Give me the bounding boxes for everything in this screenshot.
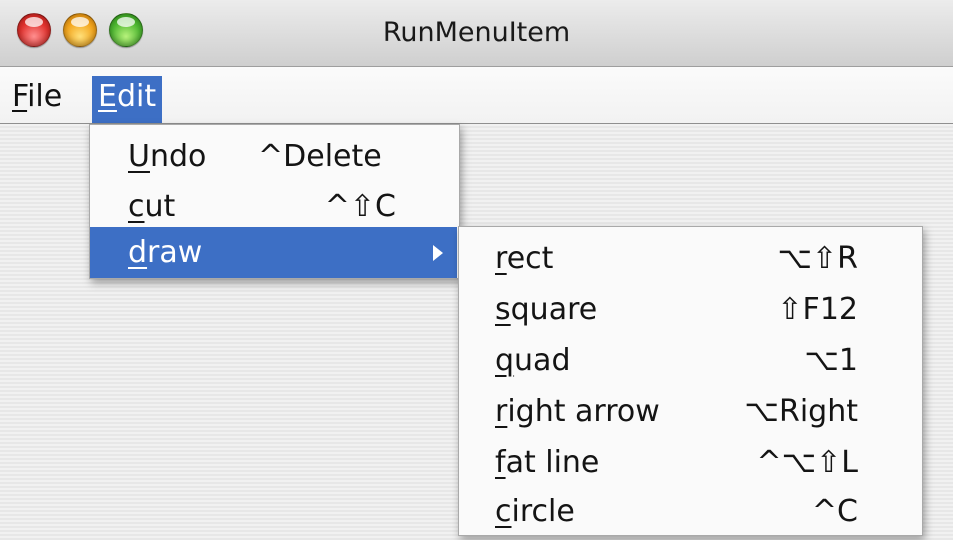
menu-file[interactable]: File [6,76,68,123]
menu-item-undo-text: ndo [149,139,207,174]
menu-item-fat-line-label: fat line [495,437,599,488]
menu-item-undo-mnemonic: U [128,139,150,174]
draw-submenu: rect ⌥⇧R square ⇧F12 quad ⌥1 right arrow… [458,226,923,536]
menu-item-quad-shortcut: ⌥1 [804,343,858,378]
menu-item-quad[interactable]: quad ⌥1 [459,335,920,386]
menu-file-mnemonic: F [12,79,28,114]
menu-item-fat-line-text: at line [505,445,600,480]
menu-item-quad-text: uad [514,343,571,378]
menu-item-cut-label: cut [128,181,175,232]
menu-item-square[interactable]: square ⇧F12 [459,284,920,335]
menu-item-fat-line[interactable]: fat line ^⌥⇧L [459,437,920,488]
menu-item-cut-shortcut: ^⇧C [324,189,396,224]
title-bar: RunMenuItem [0,0,953,67]
menu-item-rect-label: rect [495,233,553,284]
menu-item-square-mnemonic: s [495,292,511,327]
edit-menu: Undo ^Delete cut ^⇧C draw [89,124,460,279]
menu-item-rect-text: ect [506,241,554,276]
menu-item-square-label: square [495,284,597,335]
menu-item-cut-mnemonic: c [128,189,145,224]
menu-item-draw-label: draw [128,227,202,278]
menu-item-circle-mnemonic: c [495,494,512,529]
menu-item-right-arrow-shortcut: ⌥Right [744,394,858,429]
menu-edit-label: dit [116,79,157,114]
menu-item-quad-mnemonic: q [495,343,515,378]
menu-item-undo-shortcut: ^Delete [258,139,382,174]
menu-item-rect[interactable]: rect ⌥⇧R [459,233,920,284]
menu-item-square-text: quare [510,292,598,327]
menu-item-draw-text: raw [147,235,203,270]
menu-item-circle-label: circle [495,486,575,537]
menu-item-cut[interactable]: cut ^⇧C [90,181,457,232]
menu-item-undo-label: Undo [128,131,206,182]
menu-item-rect-mnemonic: r [495,241,507,276]
menu-item-draw-mnemonic: d [128,235,148,270]
menu-item-fat-line-shortcut: ^⌥⇧L [756,445,858,480]
menu-edit-mnemonic: E [98,79,117,114]
menu-item-square-shortcut: ⇧F12 [777,292,858,327]
menu-item-undo[interactable]: Undo ^Delete [90,131,457,182]
menu-item-quad-label: quad [495,335,571,386]
app-window: RunMenuItem File Edit Undo ^Delete cut ^… [0,0,953,540]
submenu-arrow-icon [433,245,443,261]
menu-item-circle[interactable]: circle ^C [459,486,920,537]
menu-item-circle-shortcut: ^C [811,494,858,529]
menu-item-rect-shortcut: ⌥⇧R [777,241,858,276]
menu-file-label: ile [27,79,63,114]
menu-item-cut-text: ut [144,189,176,224]
menu-item-circle-text: ircle [511,494,575,529]
menu-item-right-arrow-text: ight arrow [507,394,660,429]
menu-item-fat-line-mnemonic: f [495,445,506,480]
window-title: RunMenuItem [382,17,571,48]
menu-item-right-arrow[interactable]: right arrow ⌥Right [459,386,920,437]
menu-item-draw[interactable]: draw [90,227,457,278]
menu-item-right-arrow-mnemonic: r [495,394,508,429]
menu-item-right-arrow-label: right arrow [495,386,660,437]
menu-edit[interactable]: Edit [92,76,163,123]
menu-bar: File Edit [0,67,953,124]
